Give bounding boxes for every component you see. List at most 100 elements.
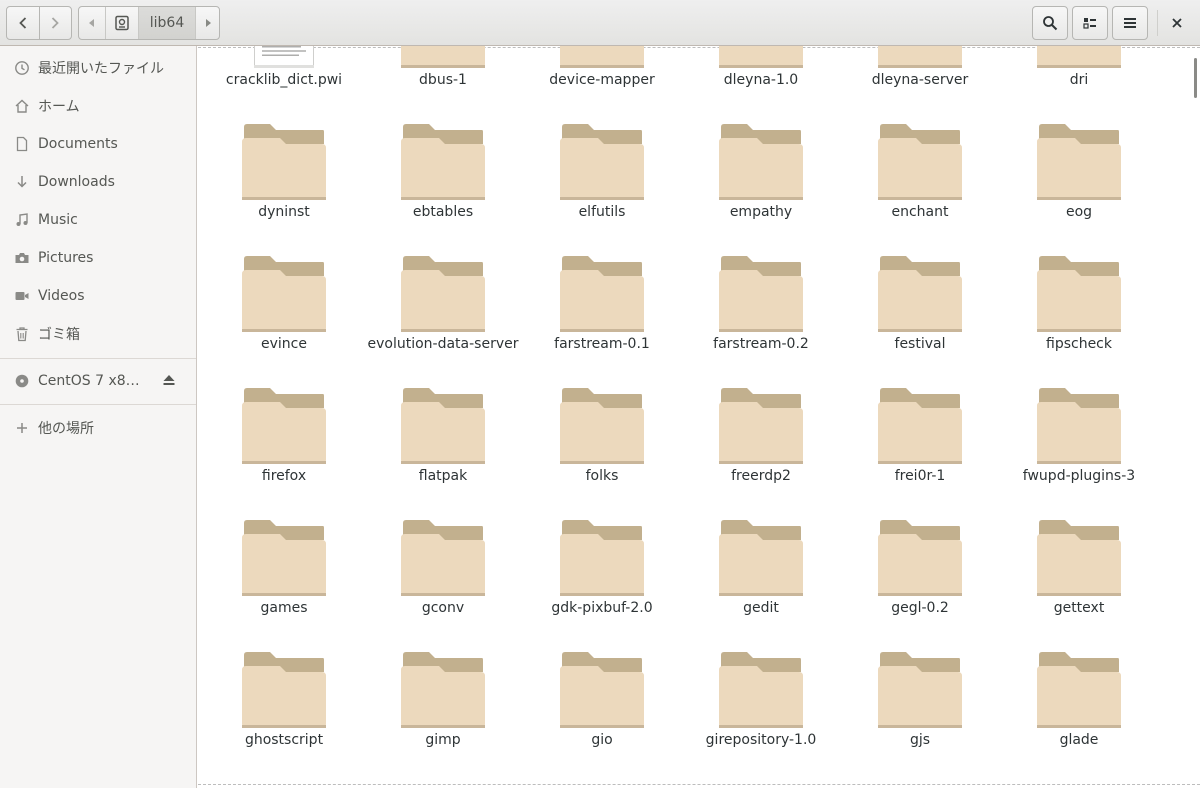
triangle-left-icon	[89, 19, 94, 27]
file-name-label: girepository-1.0	[705, 732, 817, 748]
folder-icon	[1037, 652, 1121, 728]
folder-item[interactable]: fipscheck	[1000, 250, 1158, 370]
folder-item[interactable]: freerdp2	[682, 382, 840, 502]
folder-item[interactable]: elfutils	[523, 118, 681, 238]
file-view[interactable]: cracklib_dict.pwi dbus-1 device-mapper dley…	[198, 46, 1200, 788]
folder-item[interactable]: dyninst	[205, 118, 363, 238]
folder-item[interactable]: device-mapper	[523, 46, 681, 106]
sidebar-item-home[interactable]: ホーム	[0, 87, 196, 125]
folder-item[interactable]: flatpak	[364, 382, 522, 502]
file-name-label: empathy	[729, 204, 793, 220]
drive-icon	[115, 15, 129, 31]
file-name-label: gimp	[425, 732, 461, 748]
file-item[interactable]: cracklib_dict.pwi	[205, 46, 363, 106]
folder-item[interactable]: gio	[523, 646, 681, 766]
file-name-label: farstream-0.2	[713, 336, 809, 352]
folder-item[interactable]: dleyna-server	[841, 46, 999, 106]
file-name-label: dleyna-server	[871, 72, 969, 88]
file-name-label: cracklib_dict.pwi	[225, 72, 343, 88]
folder-item[interactable]: dri	[1000, 46, 1158, 106]
folder-item[interactable]: gegl-0.2	[841, 514, 999, 634]
music-icon	[14, 212, 30, 228]
chevron-right-icon	[52, 17, 60, 29]
path-root-button[interactable]	[106, 7, 139, 39]
folder-icon	[560, 388, 644, 464]
folder-item[interactable]: gimp	[364, 646, 522, 766]
folder-icon	[878, 124, 962, 200]
folder-icon	[560, 256, 644, 332]
download-icon	[14, 174, 30, 190]
folder-item[interactable]: enchant	[841, 118, 999, 238]
folder-item[interactable]: glade	[1000, 646, 1158, 766]
file-name-label: gjs	[909, 732, 931, 748]
folder-item[interactable]: farstream-0.2	[682, 250, 840, 370]
folder-icon	[560, 520, 644, 596]
folder-icon	[719, 652, 803, 728]
file-name-label: gdk-pixbuf-2.0	[551, 600, 653, 616]
folder-item[interactable]: folks	[523, 382, 681, 502]
list-view-icon	[1083, 18, 1096, 29]
folder-item[interactable]: gettext	[1000, 514, 1158, 634]
sidebar-item-recent[interactable]: 最近開いたファイル	[0, 49, 196, 87]
file-name-label: firefox	[261, 468, 307, 484]
file-name-label: dri	[1069, 72, 1089, 88]
disc-icon	[14, 373, 30, 389]
file-name-label: fwupd-plugins-3	[1022, 468, 1136, 484]
folder-item[interactable]: dleyna-1.0	[682, 46, 840, 106]
folder-item[interactable]: dbus-1	[364, 46, 522, 106]
video-icon	[14, 288, 30, 304]
folder-item[interactable]: gedit	[682, 514, 840, 634]
menu-button[interactable]	[1112, 6, 1148, 40]
folder-item[interactable]: firefox	[205, 382, 363, 502]
folder-icon	[242, 652, 326, 728]
file-name-label: evince	[261, 336, 307, 352]
folder-item[interactable]: ghostscript	[205, 646, 363, 766]
sidebar-item-trash[interactable]: ゴミ箱	[0, 315, 196, 353]
folder-item[interactable]: frei0r-1	[841, 382, 999, 502]
folder-icon	[242, 520, 326, 596]
window-close-button[interactable]	[1162, 8, 1192, 38]
sidebar-item-videos[interactable]: Videos	[0, 277, 196, 315]
folder-item[interactable]: ebtables	[364, 118, 522, 238]
path-bar: lib64	[78, 6, 220, 40]
sidebar-item-other-locations[interactable]: 他の場所	[0, 409, 196, 447]
forward-button[interactable]	[39, 7, 71, 39]
folder-item[interactable]: games	[205, 514, 363, 634]
search-button[interactable]	[1032, 6, 1068, 40]
view-mode-button[interactable]	[1072, 6, 1108, 40]
folder-item[interactable]: gconv	[364, 514, 522, 634]
sidebar-item-pictures[interactable]: Pictures	[0, 239, 196, 277]
path-scroll-right-button[interactable]	[196, 7, 219, 39]
folder-item[interactable]: empathy	[682, 118, 840, 238]
folder-item[interactable]: gjs	[841, 646, 999, 766]
folder-icon	[401, 46, 485, 68]
folder-icon	[719, 124, 803, 200]
sidebar-item-drive[interactable]: CentOS 7 x8…	[0, 362, 196, 400]
chevron-left-icon	[18, 17, 26, 29]
camera-icon	[14, 250, 30, 266]
file-name-label: frei0r-1	[894, 468, 946, 484]
folder-icon	[401, 124, 485, 200]
sidebar-item-documents[interactable]: Documents	[0, 125, 196, 163]
eject-icon[interactable]	[162, 373, 176, 391]
back-button[interactable]	[7, 7, 39, 39]
file-name-label: ebtables	[412, 204, 474, 220]
file-name-label: games	[260, 600, 308, 616]
folder-item[interactable]: evince	[205, 250, 363, 370]
home-icon	[14, 98, 30, 114]
folder-item[interactable]: gdk-pixbuf-2.0	[523, 514, 681, 634]
path-scroll-left-button[interactable]	[79, 7, 106, 39]
file-name-label: glade	[1059, 732, 1099, 748]
folder-item[interactable]: fwupd-plugins-3	[1000, 382, 1158, 502]
folder-item[interactable]: eog	[1000, 118, 1158, 238]
vertical-scrollbar[interactable]	[1194, 58, 1197, 98]
nav-button-group	[6, 6, 72, 40]
path-current-folder-button[interactable]: lib64	[139, 7, 196, 39]
folder-item[interactable]: girepository-1.0	[682, 646, 840, 766]
folder-item[interactable]: farstream-0.1	[523, 250, 681, 370]
sidebar-item-label: ホーム	[38, 99, 80, 115]
sidebar-item-music[interactable]: Music	[0, 201, 196, 239]
folder-item[interactable]: festival	[841, 250, 999, 370]
folder-item[interactable]: evolution-data-server	[364, 250, 522, 370]
sidebar-item-downloads[interactable]: Downloads	[0, 163, 196, 201]
